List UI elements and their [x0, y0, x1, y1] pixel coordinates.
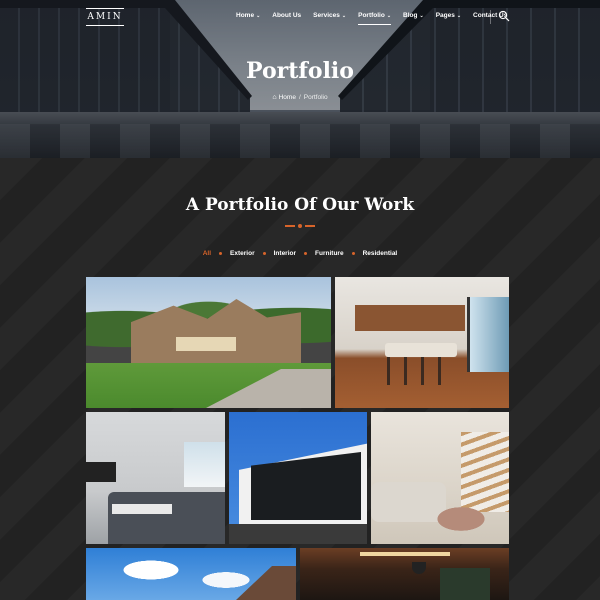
page-title: Portfolio	[246, 58, 354, 84]
cloud	[116, 558, 186, 582]
breadcrumb: ⌂ Home / Portfolio	[0, 94, 600, 101]
portfolio-item-dark-interior[interactable]	[300, 548, 509, 600]
main-nav: Home ⌄ About Us Services ⌄ Portfolio ⌄ Blog…	[236, 12, 519, 25]
nav-item-portfolio[interactable]: Portfolio ⌄	[358, 12, 392, 25]
nav-label: Portfolio	[358, 12, 385, 19]
window	[184, 442, 225, 487]
breadcrumb-current: Portfolio	[303, 94, 328, 101]
nav-item-pages[interactable]: Pages ⌄	[436, 12, 461, 19]
filter-all[interactable]: All	[203, 250, 211, 257]
kitchen-island	[385, 343, 457, 357]
filter-separator	[304, 252, 308, 255]
chevron-down-icon: ⌄	[456, 13, 462, 19]
divider-bar-left	[285, 225, 295, 227]
filter-interior[interactable]: Interior	[274, 250, 296, 257]
filter-exterior[interactable]: Exterior	[230, 250, 255, 257]
divider-bar-right	[305, 225, 315, 227]
filter-residential[interactable]: Residential	[363, 250, 398, 257]
nav-label: About Us	[272, 12, 302, 19]
nav-label: Services	[313, 12, 340, 19]
nav-label: Pages	[435, 12, 455, 19]
portfolio-item-bright-living[interactable]	[371, 412, 509, 544]
portfolio-item-kitchen[interactable]	[335, 277, 509, 408]
section-title: A Portfolio Of Our Work	[185, 195, 415, 215]
breadcrumb-separator: /	[298, 94, 301, 101]
house-windows	[176, 337, 236, 351]
portfolio-item-stone-house[interactable]	[86, 277, 331, 408]
logo-text: AMIN	[87, 12, 123, 22]
site-logo[interactable]: AMIN	[86, 8, 124, 26]
chevron-down-icon: ⌄	[341, 13, 347, 19]
coffee-table	[112, 504, 172, 514]
rug	[431, 504, 491, 534]
filter-separator	[351, 252, 355, 255]
nav-divider	[490, 10, 491, 24]
search-icon[interactable]	[498, 10, 510, 22]
filter-separator	[219, 252, 223, 255]
chevron-down-icon: ⌄	[386, 13, 392, 19]
cloud	[196, 570, 256, 590]
nav-item-services[interactable]: Services ⌄	[313, 12, 346, 19]
tv-unit	[86, 462, 116, 482]
portfolio-filters: All Exterior Interior Furniture Resident…	[0, 250, 600, 257]
portfolio-item-sky-roof[interactable]	[86, 548, 296, 600]
filter-separator	[262, 252, 266, 255]
title-divider	[285, 224, 315, 228]
hero-banner: AMIN Home ⌄ About Us Services ⌄ Portfolio ⌄…	[0, 0, 600, 158]
home-icon: ⌂	[272, 94, 277, 101]
nav-item-about[interactable]: About Us	[272, 12, 301, 19]
chevron-down-icon: ⌄	[256, 13, 261, 19]
filter-furniture[interactable]: Furniture	[315, 250, 344, 257]
nav-label: Home	[236, 12, 255, 19]
nav-label: Blog	[403, 12, 418, 19]
divider-dot	[298, 224, 302, 228]
chevron-down-icon: ⌄	[419, 13, 424, 19]
grey-sofa	[108, 492, 225, 544]
glass-door	[467, 297, 509, 372]
portfolio-item-living-room[interactable]	[86, 412, 225, 544]
breadcrumb-home-link[interactable]: Home	[279, 94, 296, 101]
artwork	[440, 568, 490, 600]
nav-item-blog[interactable]: Blog ⌄	[403, 12, 424, 19]
portfolio-item-modern-facade[interactable]	[229, 412, 367, 544]
facade-base	[229, 524, 367, 544]
nav-item-home[interactable]: Home ⌄	[236, 12, 260, 19]
staircase	[461, 432, 509, 512]
ceiling-light	[360, 552, 450, 556]
upper-cabinets	[355, 305, 465, 331]
bar-stools	[387, 357, 455, 385]
